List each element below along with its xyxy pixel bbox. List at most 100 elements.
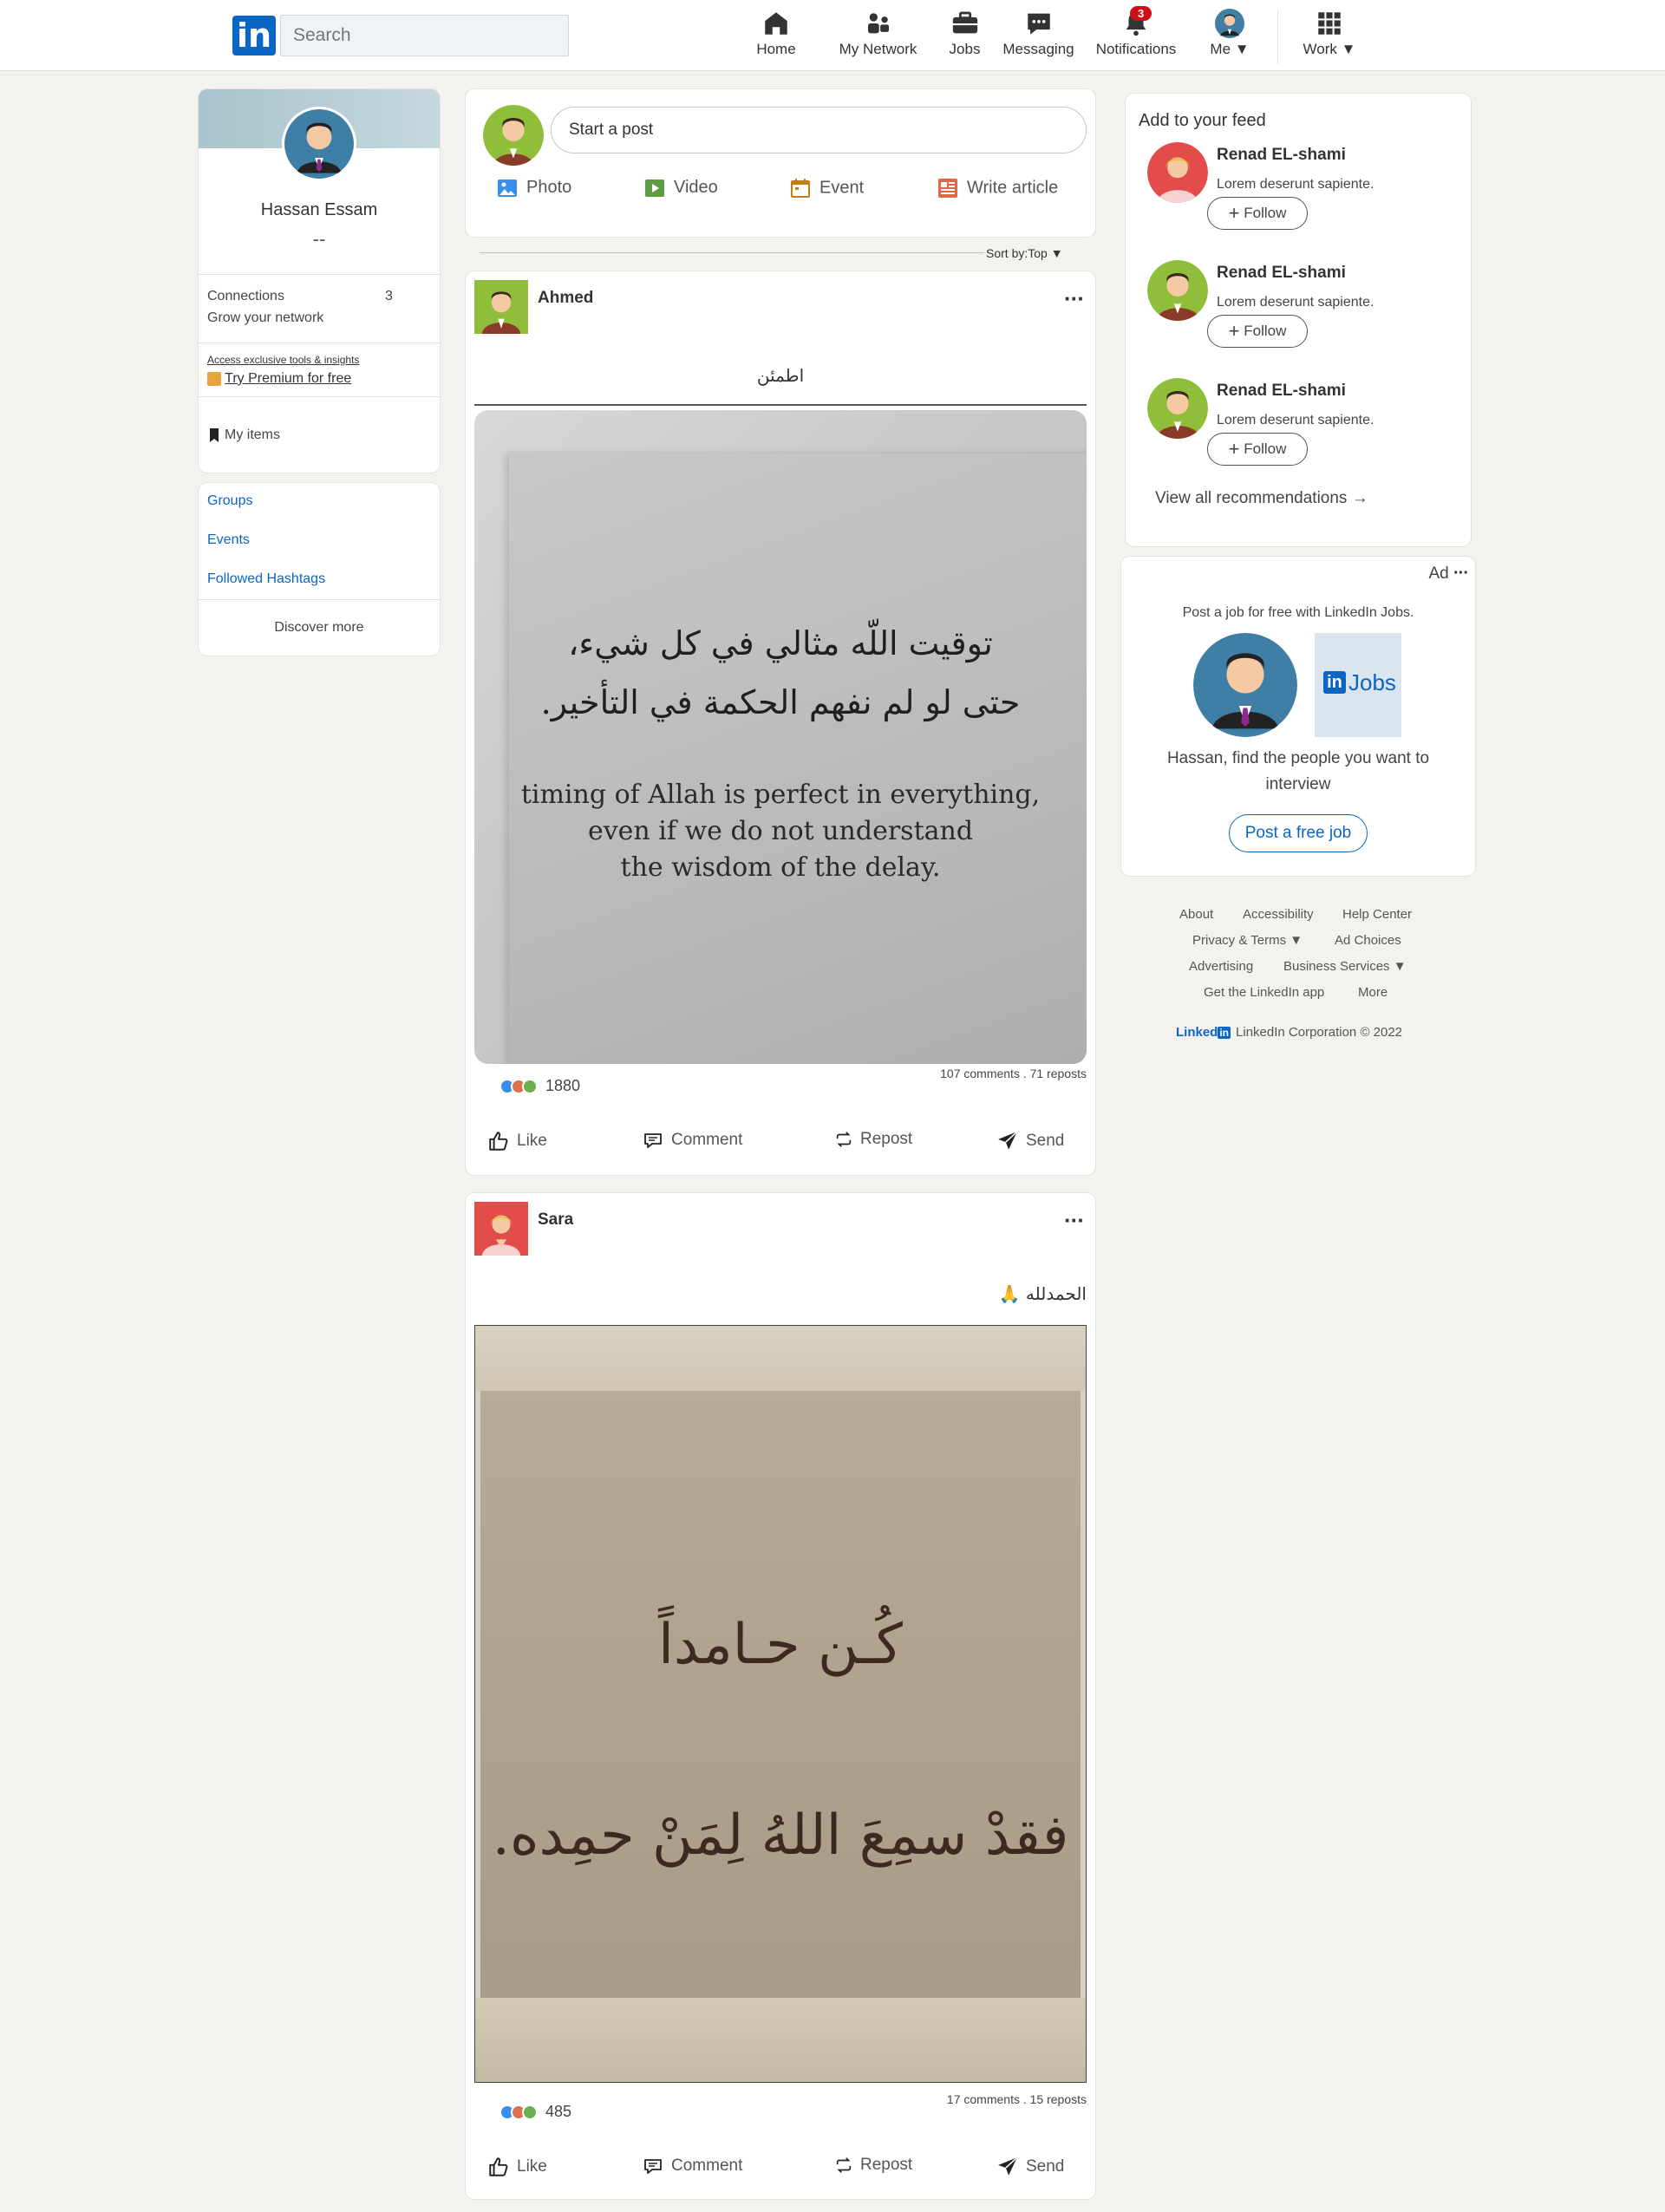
discover-more-link[interactable]: Discover more bbox=[199, 620, 440, 636]
divider bbox=[199, 599, 440, 600]
reaction-icons[interactable] bbox=[499, 1078, 539, 1099]
my-items-link[interactable]: My items bbox=[209, 427, 280, 443]
write-article-label: Write article bbox=[967, 178, 1059, 198]
view-all-recommendations-link[interactable]: View all recommendations → bbox=[1155, 489, 1368, 508]
footer: About Accessibility Help Center Privacy … bbox=[1121, 907, 1475, 1054]
image-arabic-line: حتى لو لم نفهم الحكمة في التأخير. bbox=[540, 683, 1021, 721]
briefcase-icon bbox=[952, 11, 977, 34]
sort-dropdown[interactable]: Sort by:Top ▼ bbox=[984, 246, 1063, 260]
like-button[interactable]: Like bbox=[487, 2156, 547, 2178]
post-author-name[interactable]: Ahmed bbox=[538, 289, 593, 308]
footer-link[interactable]: Accessibility bbox=[1243, 907, 1314, 922]
linkedin-wordmark: Linked bbox=[1176, 1025, 1218, 1040]
rec-name[interactable]: Renad EL-shami bbox=[1217, 146, 1346, 165]
ad-card: Ad ··· Post a job for free with LinkedIn… bbox=[1121, 557, 1475, 876]
ad-label: Ad bbox=[1428, 564, 1449, 583]
top-nav: in Home My Network Jobs Messaging 3 Noti… bbox=[0, 0, 1665, 71]
view-all-label: View all recommendations bbox=[1155, 489, 1348, 507]
reaction-count[interactable]: 485 bbox=[545, 2103, 571, 2121]
footer-link[interactable]: Help Center bbox=[1342, 907, 1412, 922]
reactions-icon bbox=[500, 2104, 538, 2120]
footer-link[interactable]: Advertising bbox=[1189, 959, 1253, 974]
rec-avatar[interactable] bbox=[1147, 142, 1208, 203]
post-free-job-button[interactable]: Post a free job bbox=[1229, 814, 1368, 852]
event-label: Event bbox=[819, 178, 865, 198]
notification-badge: 3 bbox=[1130, 6, 1152, 21]
footer-link[interactable]: About bbox=[1179, 907, 1213, 922]
grow-network-link[interactable]: Grow your network bbox=[207, 310, 323, 326]
chevron-down-icon: ▼ bbox=[1234, 41, 1250, 57]
footer-link-label: Business Services bbox=[1283, 959, 1390, 974]
footer-link[interactable]: Get the LinkedIn app bbox=[1204, 985, 1324, 1000]
post-image[interactable]: كُـن حـامداً فقدْ سمِعَ اللهُ لِمَنْ حمِ… bbox=[474, 1325, 1087, 2083]
like-button[interactable]: Like bbox=[487, 1130, 547, 1152]
chevron-down-icon: ▼ bbox=[1050, 246, 1063, 260]
sort-label: Sort by:Top bbox=[986, 246, 1048, 260]
search-input[interactable] bbox=[280, 15, 569, 56]
photo-button[interactable]: Photo bbox=[497, 178, 571, 204]
profile-avatar[interactable] bbox=[282, 107, 356, 181]
thumbs-up-icon bbox=[489, 2157, 508, 2176]
more-options-icon[interactable]: ··· bbox=[1064, 285, 1085, 312]
linkedin-logo[interactable]: in bbox=[232, 16, 276, 55]
event-button[interactable]: Event bbox=[790, 178, 864, 204]
post-author-avatar[interactable] bbox=[474, 1202, 528, 1256]
video-button[interactable]: Video bbox=[644, 178, 718, 204]
follow-button[interactable]: + Follow bbox=[1207, 315, 1308, 348]
nav-notifications[interactable]: 3 Notifications bbox=[1093, 6, 1179, 64]
comment-button[interactable]: Comment bbox=[642, 2156, 742, 2176]
repost-button[interactable]: Repost bbox=[834, 1130, 912, 1149]
post-stats[interactable]: 17 comments . 15 reposts bbox=[947, 2092, 1087, 2106]
comment-button[interactable]: Comment bbox=[642, 1130, 742, 1151]
nav-my-network[interactable]: My Network bbox=[828, 9, 928, 64]
home-icon bbox=[765, 12, 787, 35]
more-options-icon[interactable]: ··· bbox=[1064, 1207, 1085, 1234]
rec-avatar[interactable] bbox=[1147, 260, 1208, 321]
rec-name[interactable]: Renad EL-shami bbox=[1217, 382, 1346, 401]
follow-button[interactable]: + Follow bbox=[1207, 433, 1308, 466]
composer-avatar[interactable] bbox=[483, 105, 544, 166]
rec-name[interactable]: Renad EL-shami bbox=[1217, 264, 1346, 283]
linkedin-logo: in bbox=[1323, 671, 1346, 694]
events-link[interactable]: Events bbox=[207, 532, 250, 548]
post-author-name[interactable]: Sara bbox=[538, 1210, 573, 1230]
profile-name[interactable]: Hassan Essam bbox=[199, 200, 440, 220]
nav-home[interactable]: Home bbox=[746, 9, 806, 64]
post-image[interactable]: توقيت اللّه مثالي في كل شيء، حتى لو لم ن… bbox=[474, 410, 1087, 1064]
repost-button[interactable]: Repost bbox=[834, 2156, 912, 2175]
footer-link[interactable]: Ad Choices bbox=[1335, 933, 1401, 948]
nav-work[interactable]: Work ▼ bbox=[1299, 9, 1360, 64]
nav-jobs[interactable]: Jobs bbox=[945, 9, 984, 64]
send-button[interactable]: Send bbox=[996, 2156, 1064, 2178]
image-english-line: timing of Allah is perfect in everything… bbox=[520, 780, 1041, 810]
linkedin-logo: in bbox=[1218, 1027, 1231, 1039]
follow-button[interactable]: + Follow bbox=[1207, 197, 1308, 230]
start-post-input[interactable]: Start a post bbox=[551, 107, 1087, 153]
followed-hashtags-link[interactable]: Followed Hashtags bbox=[207, 571, 325, 587]
chevron-down-icon: ▼ bbox=[1290, 933, 1303, 948]
nav-me[interactable]: Me ▼ bbox=[1204, 9, 1256, 64]
send-button[interactable]: Send bbox=[996, 1130, 1064, 1152]
nav-messaging[interactable]: Messaging bbox=[1002, 9, 1075, 64]
rec-avatar[interactable] bbox=[1147, 378, 1208, 439]
write-article-button[interactable]: Write article bbox=[937, 178, 1058, 204]
reaction-count[interactable]: 1880 bbox=[545, 1077, 580, 1095]
video-label: Video bbox=[674, 178, 718, 197]
post-stats[interactable]: 107 comments . 71 reposts bbox=[940, 1067, 1087, 1080]
reaction-icons[interactable] bbox=[499, 2104, 539, 2125]
try-premium-link[interactable]: Try Premium for free bbox=[207, 371, 351, 387]
post-author-avatar[interactable] bbox=[474, 280, 528, 334]
send-icon bbox=[998, 1131, 1018, 1150]
footer-link[interactable]: Business Services ▼ bbox=[1283, 959, 1407, 974]
connections-label[interactable]: Connections bbox=[207, 289, 284, 304]
like-label: Like bbox=[517, 2157, 547, 2176]
groups-link[interactable]: Groups bbox=[207, 493, 252, 509]
footer-link[interactable]: More bbox=[1358, 985, 1388, 1000]
footer-link[interactable]: Privacy & Terms ▼ bbox=[1192, 933, 1303, 948]
nav-me-text: Me bbox=[1210, 41, 1231, 57]
ad-options[interactable]: Ad ··· bbox=[1428, 564, 1469, 584]
book-page bbox=[509, 453, 1087, 1064]
footer-link-label: Privacy & Terms bbox=[1192, 933, 1287, 948]
post-text-divider bbox=[474, 404, 1087, 406]
chevron-down-icon: ▼ bbox=[1393, 959, 1407, 974]
